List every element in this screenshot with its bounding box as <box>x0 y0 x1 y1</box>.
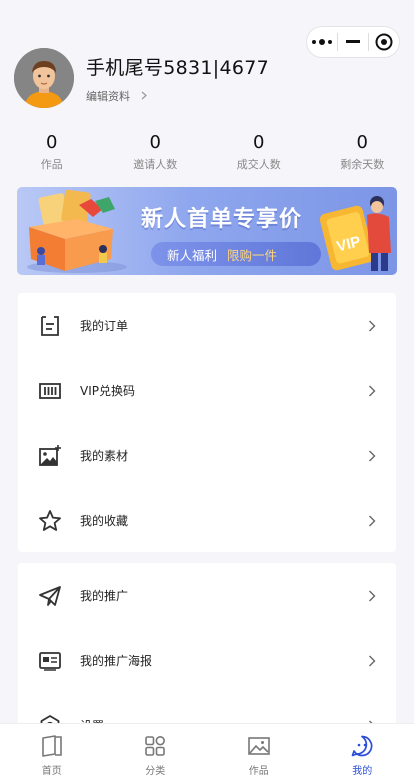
edit-profile-link[interactable]: 编辑资料 <box>86 88 269 104</box>
stat-value: 0 <box>46 132 58 153</box>
tab-label: 分类 <box>145 766 166 777</box>
close-miniapp-button[interactable] <box>369 27 399 57</box>
chat-face-icon <box>351 735 373 757</box>
menu-item-favorites[interactable]: 我的收藏 <box>18 488 396 553</box>
paper-plane-icon <box>39 585 61 606</box>
stat-value: 0 <box>356 132 368 153</box>
chevron-right-icon <box>369 590 376 601</box>
stat-label: 作品 <box>40 158 63 171</box>
menu-item-label: 我的订单 <box>80 319 129 333</box>
stats-row: 0 作品 0 邀请人数 0 成交人数 0 剩余天数 <box>0 132 414 172</box>
menu-item-promotion[interactable]: 我的推广 <box>18 563 396 628</box>
stat-deals[interactable]: 0 成交人数 <box>207 132 311 172</box>
minimize-button[interactable] <box>338 27 368 57</box>
menu-item-orders[interactable]: 我的订单 <box>18 293 396 358</box>
chevron-right-icon <box>369 385 376 396</box>
menu-item-label: 我的推广 <box>80 589 129 603</box>
poster-icon <box>39 651 61 671</box>
more-menu-button[interactable] <box>307 27 337 57</box>
menu-item-label: 我的推广海报 <box>80 654 153 668</box>
promo-banner[interactable]: 新人首单专享价 新人福利 限购一件 VIP <box>17 187 397 275</box>
stat-label: 剩余天数 <box>340 158 385 171</box>
picture-icon <box>247 737 270 755</box>
profile-header: 手机尾号5831|4677 编辑资料 <box>14 48 269 108</box>
grid-icon <box>145 736 166 756</box>
avatar-person-icon <box>14 48 74 108</box>
more-dots-icon <box>312 39 332 45</box>
stat-days-left[interactable]: 0 剩余天数 <box>311 132 414 172</box>
tab-label: 首页 <box>41 766 62 777</box>
bottom-tab-bar: 首页 分类 作品 我的 <box>0 723 414 780</box>
banner-pill-left: 新人福利 <box>167 247 218 263</box>
tab-label: 作品 <box>248 766 269 777</box>
tab-works[interactable]: 作品 <box>207 724 311 780</box>
menu-item-label: VIP兑换码 <box>80 384 135 398</box>
stat-invites[interactable]: 0 邀请人数 <box>104 132 208 172</box>
chevron-right-icon <box>369 655 376 666</box>
tab-mine[interactable]: 我的 <box>311 724 414 780</box>
vip-person-illustration: VIP <box>319 196 391 271</box>
tab-category[interactable]: 分类 <box>104 724 208 780</box>
avatar[interactable] <box>14 48 74 108</box>
stat-value: 0 <box>253 132 265 153</box>
banner-title: 新人首单专享价 <box>141 207 303 232</box>
menu-item-promotion-poster[interactable]: 我的推广海报 <box>18 628 396 693</box>
target-icon <box>375 33 393 51</box>
order-icon <box>41 315 59 336</box>
menu-item-label: 我的收藏 <box>80 514 129 528</box>
tab-label: 我的 <box>352 766 373 777</box>
user-name: 手机尾号5831|4677 <box>86 56 270 79</box>
image-add-icon <box>39 444 61 466</box>
chevron-right-icon <box>369 320 376 331</box>
chevron-right-icon <box>369 515 376 526</box>
tab-home[interactable]: 首页 <box>0 724 104 780</box>
stat-label: 成交人数 <box>236 158 281 171</box>
menu-card-main: 我的订单 VIP兑换码 我的素材 我的收藏 <box>18 293 396 552</box>
chevron-right-icon <box>369 450 376 461</box>
stat-value: 0 <box>149 132 161 153</box>
barcode-icon <box>39 382 61 399</box>
home-book-icon <box>41 735 62 757</box>
stat-label: 邀请人数 <box>133 158 178 171</box>
banner-pill-right: 限购一件 <box>227 247 278 263</box>
banner-pill: 新人福利 限购一件 <box>151 242 321 266</box>
star-icon <box>39 509 61 531</box>
chevron-right-icon <box>141 91 147 100</box>
minus-icon <box>346 40 360 43</box>
edit-profile-label: 编辑资料 <box>86 89 130 103</box>
stat-works[interactable]: 0 作品 <box>0 132 104 172</box>
miniapp-capsule <box>306 26 400 58</box>
menu-item-materials[interactable]: 我的素材 <box>18 423 396 488</box>
menu-item-vip-code[interactable]: VIP兑换码 <box>18 358 396 423</box>
menu-item-label: 我的素材 <box>80 449 129 463</box>
